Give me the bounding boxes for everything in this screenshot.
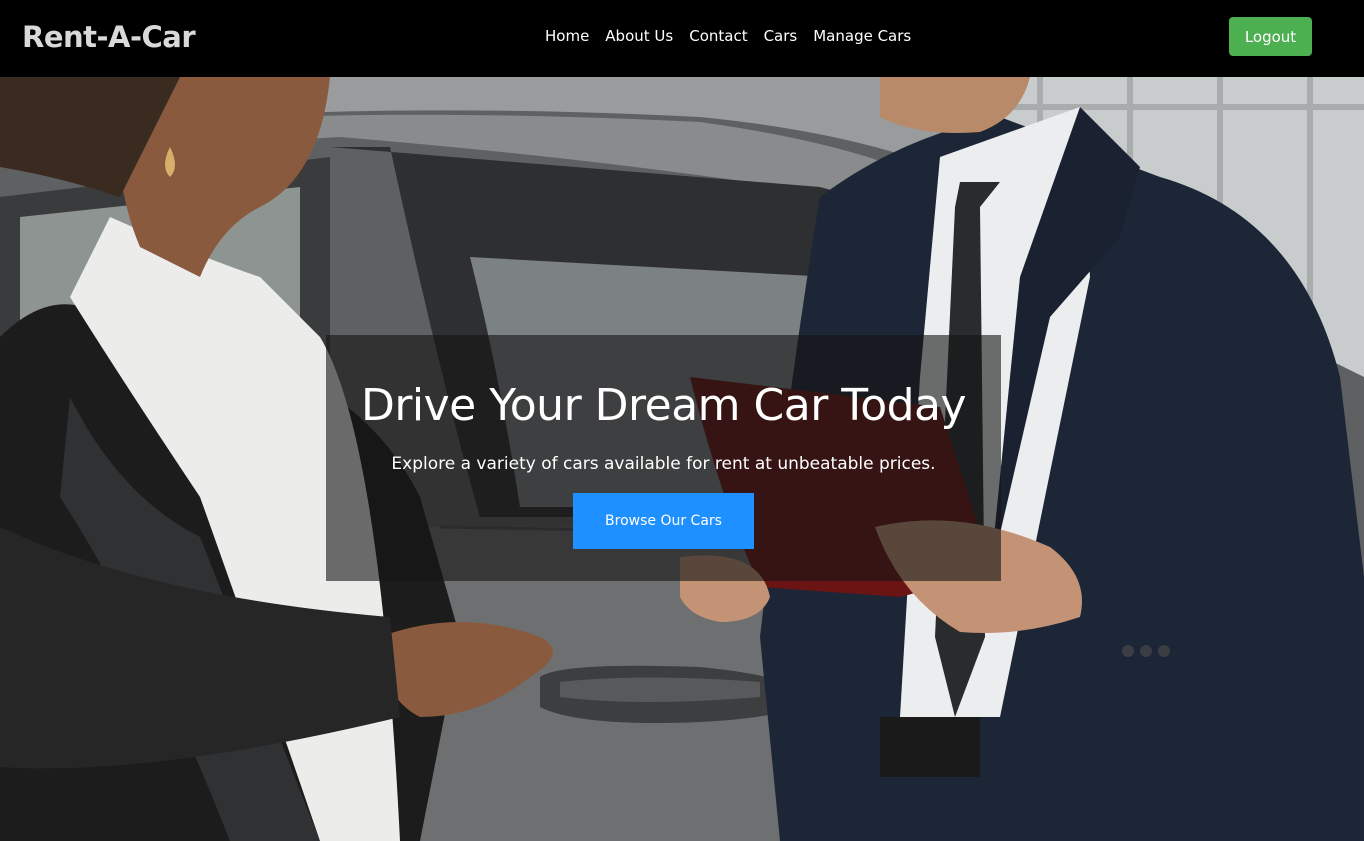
hero-section: Drive Your Dream Car Today Explore a var… bbox=[0, 77, 1364, 841]
hero-title: Drive Your Dream Car Today bbox=[360, 380, 967, 431]
nav-menu: Home About Us Contact Cars Manage Cars bbox=[545, 26, 911, 46]
nav-link-manage-cars[interactable]: Manage Cars bbox=[813, 27, 911, 45]
logout-button[interactable]: Logout bbox=[1229, 17, 1312, 56]
nav-link-cars[interactable]: Cars bbox=[764, 27, 798, 45]
nav-link-contact[interactable]: Contact bbox=[689, 27, 747, 45]
hero-subtitle: Explore a variety of cars available for … bbox=[391, 454, 936, 474]
brand-logo[interactable]: Rent-A-Car bbox=[22, 18, 196, 56]
nav-link-home[interactable]: Home bbox=[545, 27, 589, 45]
hero-overlay: Drive Your Dream Car Today Explore a var… bbox=[326, 335, 1001, 581]
nav-link-about-us[interactable]: About Us bbox=[605, 27, 673, 45]
browse-cars-button[interactable]: Browse Our Cars bbox=[573, 493, 754, 549]
navbar: Rent-A-Car Home About Us Contact Cars Ma… bbox=[0, 0, 1364, 77]
